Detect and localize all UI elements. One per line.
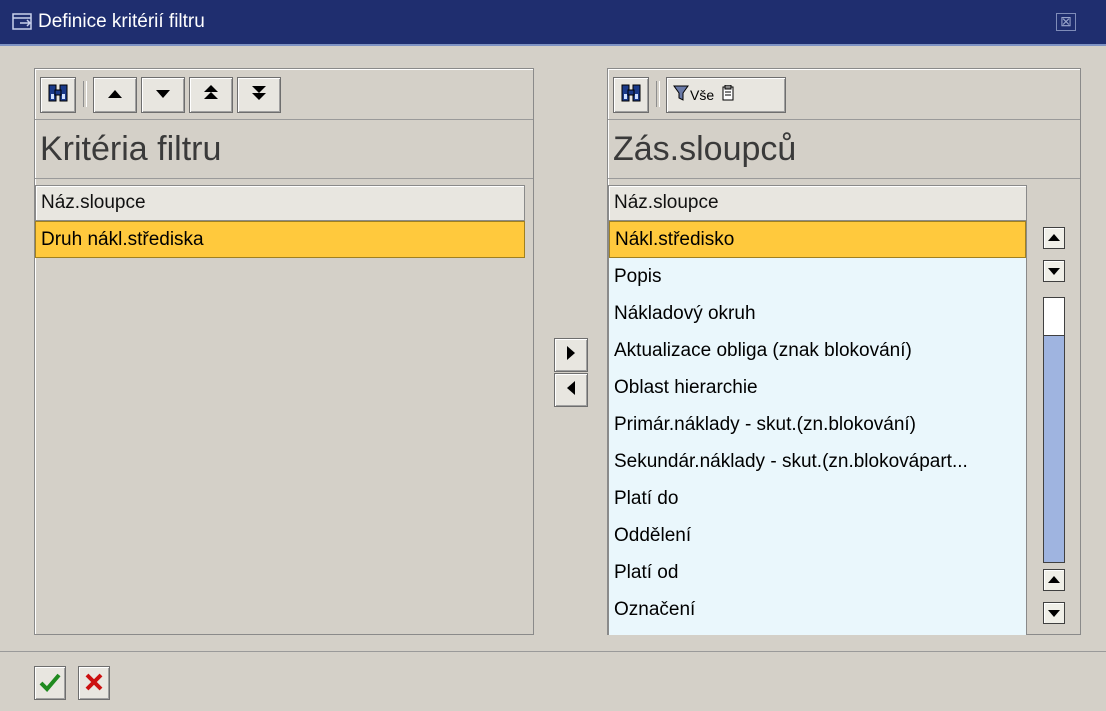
vertical-scrollbar[interactable] (1041, 223, 1071, 633)
move-down-icon (155, 87, 171, 104)
right-panel-heading: Zás.sloupců (608, 120, 1080, 179)
list-item[interactable]: Sekundár.náklady - skut.(zn.blokovápart.… (609, 443, 1026, 480)
list-item[interactable]: Popis (609, 258, 1026, 295)
list-item[interactable]: Druh nákl.střediska (35, 221, 525, 258)
list-item[interactable]: Nákladový okruh (609, 295, 1026, 332)
list-item[interactable]: Oddělení (609, 517, 1026, 554)
move-down-button[interactable] (141, 77, 185, 113)
filter-criteria-panel: Kritéria filtru Náz.sloupce Druh nákl.st… (34, 68, 534, 635)
list-item[interactable]: Platí od (609, 554, 1026, 591)
left-list: Druh nákl.střediska (35, 221, 525, 635)
move-up-icon (107, 87, 123, 104)
close-icon[interactable]: ⊠ (1056, 13, 1076, 31)
cancel-icon (84, 672, 104, 697)
scroll-page-up-button[interactable] (1043, 569, 1065, 591)
find-button[interactable] (40, 77, 76, 113)
arrow-down-icon (1048, 268, 1060, 275)
window-title: Definice kritérií filtru (38, 11, 205, 32)
left-list-container: Náz.sloupce Druh nákl.střediska (35, 179, 533, 636)
list-item[interactable]: Oblast hierarchie (609, 369, 1026, 406)
list-item[interactable]: Primár.náklady - skut.(zn.blokování) (609, 406, 1026, 443)
right-toolbar: Vše (608, 69, 1080, 120)
filter-all-label: Vše (690, 87, 715, 103)
list-item[interactable]: Platí do (609, 480, 1026, 517)
move-left-button[interactable] (554, 373, 588, 407)
filter-all-button[interactable]: Vše (666, 77, 786, 113)
move-bottom-button[interactable] (237, 77, 281, 113)
left-column-header[interactable]: Náz.sloupce (35, 185, 525, 221)
move-top-button[interactable] (189, 77, 233, 113)
list-item[interactable]: Označení (609, 591, 1026, 628)
list-item[interactable]: Aktualizace obliga (znak blokování) (609, 332, 1026, 369)
available-columns-panel: Vše Zás.sloupců Náz.sloupce Nákl.středis… (607, 68, 1081, 635)
find-icon (47, 82, 69, 108)
move-right-icon (565, 345, 577, 366)
scroll-thumb[interactable] (1044, 298, 1064, 336)
toolbar-separator (656, 81, 660, 107)
scroll-page-down-button[interactable] (1043, 260, 1065, 282)
filter-icon (673, 84, 689, 106)
right-list: Nákl.středisko Popis Nákladový okruh Aktual… (608, 221, 1027, 635)
move-top-icon (203, 84, 219, 106)
clipboard-icon (722, 84, 734, 105)
toolbar-separator (83, 81, 87, 107)
confirm-icon (39, 673, 61, 698)
title-bar: Definice kritérií filtru ⊠ (0, 0, 1106, 46)
move-bottom-icon (251, 84, 267, 106)
find-icon (620, 82, 642, 108)
right-column-header[interactable]: Náz.sloupce (608, 185, 1027, 221)
scroll-track[interactable] (1043, 297, 1065, 563)
move-up-button[interactable] (93, 77, 137, 113)
dialog-body: Kritéria filtru Náz.sloupce Druh nákl.st… (0, 46, 1106, 651)
window-icon (12, 12, 34, 32)
confirm-button[interactable] (34, 666, 66, 700)
move-right-button[interactable] (554, 338, 588, 372)
left-panel-heading: Kritéria filtru (35, 120, 533, 179)
left-toolbar (35, 69, 533, 120)
scroll-up-button[interactable] (1043, 227, 1065, 249)
right-list-container: Náz.sloupce Nákl.středisko Popis Nákladový… (608, 179, 1080, 636)
scroll-down-button[interactable] (1043, 602, 1065, 624)
arrow-down-icon (1048, 610, 1060, 617)
arrow-up-icon (1048, 576, 1060, 583)
arrow-up-icon (1048, 234, 1060, 241)
find-button[interactable] (613, 77, 649, 113)
move-left-icon (565, 380, 577, 401)
cancel-button[interactable] (78, 666, 110, 700)
list-item[interactable]: Nákl.středisko (609, 221, 1026, 258)
dialog-footer (0, 651, 1106, 711)
